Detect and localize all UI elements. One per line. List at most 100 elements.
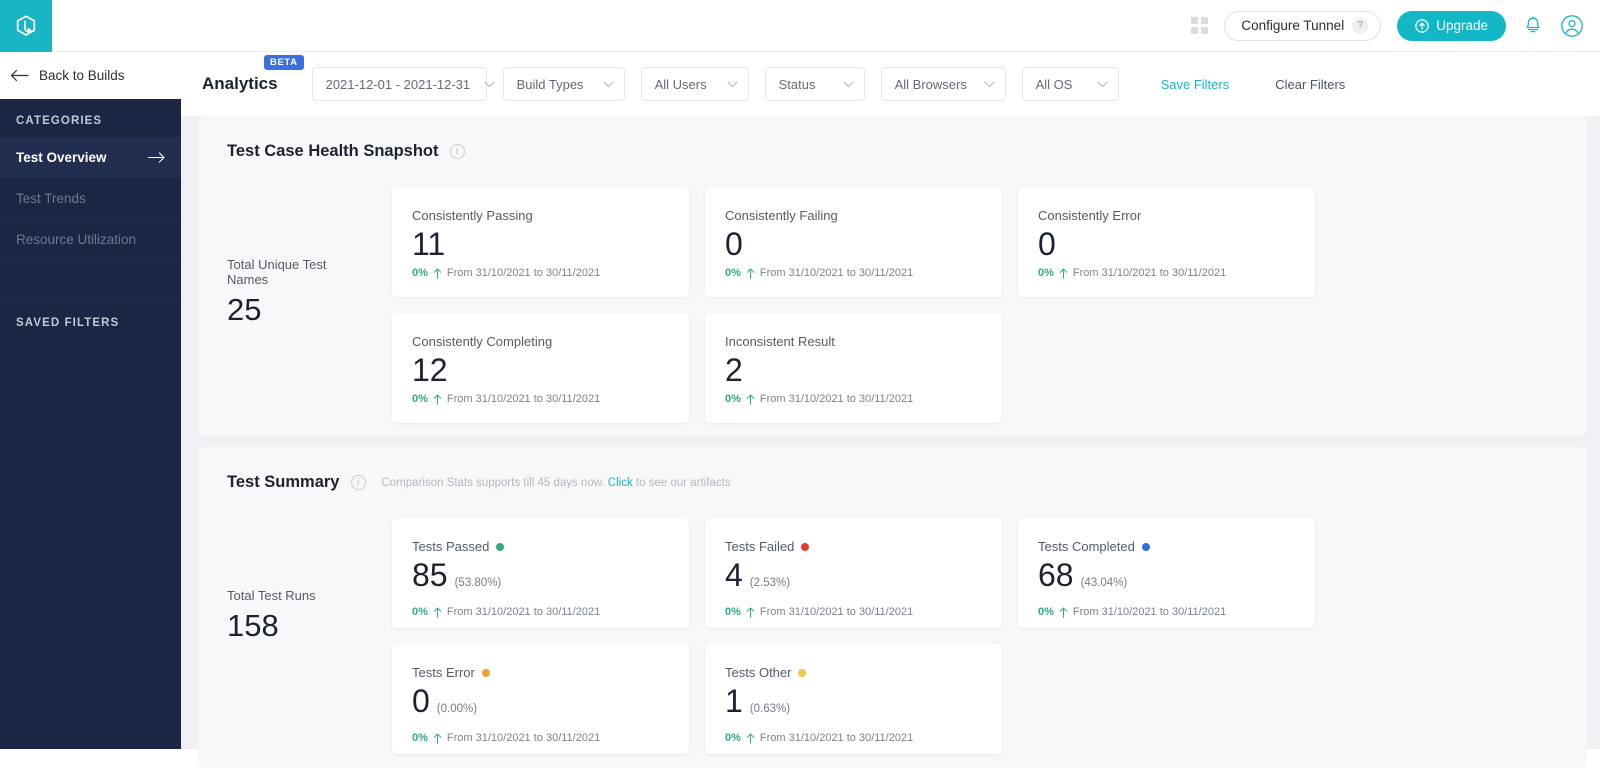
info-icon[interactable]: i — [450, 144, 465, 159]
lambdatest-logo[interactable] — [0, 0, 52, 52]
arrow-up-icon — [433, 733, 442, 744]
health-body: Total Unique Test Names 25 Consistently … — [198, 187, 1587, 423]
card-range: From 31/10/2021 to 30/11/2021 — [447, 732, 600, 744]
card-value: 4 — [725, 555, 743, 595]
card-percent: (53.80%) — [455, 563, 502, 603]
summary-cards: Tests Passed 85 (53.80%) 0% From 31/10/2… — [392, 518, 1587, 754]
total-test-runs: Total Test Runs 158 — [227, 518, 392, 754]
health-card-consistently-completing[interactable]: Consistently Completing 12 0% From 31/10… — [392, 313, 689, 423]
info-icon[interactable]: i — [351, 475, 366, 490]
card-change: 0% — [412, 393, 428, 405]
total-unique-label: Total Unique Test Names — [227, 257, 345, 287]
note-click-link[interactable]: Click — [608, 477, 633, 489]
health-panel-title: Test Case Health Snapshot — [227, 142, 439, 161]
health-cards: Consistently Passing 11 0% From 31/10/20… — [392, 187, 1587, 423]
card-label: Tests Other — [725, 665, 791, 680]
card-value: 2 — [725, 350, 743, 390]
all-os-select[interactable]: All OS — [1022, 67, 1119, 101]
notification-bell-icon[interactable] — [1522, 15, 1544, 37]
chevron-down-icon — [589, 81, 614, 88]
arrow-left-icon — [10, 69, 29, 82]
sidebar-item-test-overview[interactable]: Test Overview — [0, 137, 181, 178]
back-to-builds-button[interactable]: Back to Builds — [0, 52, 181, 99]
filter-bar: Analytics BETA 2021-12-01 - 2021-12-31 B… — [181, 52, 1600, 116]
card-range: From 31/10/2021 to 30/11/2021 — [1073, 267, 1226, 279]
back-to-builds-label: Back to Builds — [39, 68, 125, 83]
save-filters-button[interactable]: Save Filters — [1161, 77, 1230, 92]
status-value: Status — [779, 77, 816, 92]
card-change: 0% — [412, 606, 428, 618]
card-percent: (0.00%) — [437, 689, 477, 729]
summary-card-tests-failed[interactable]: Tests Failed 4 (2.53%) 0% From 31/10/202… — [705, 518, 1002, 628]
card-change: 0% — [412, 732, 428, 744]
build-types-select[interactable]: Build Types — [503, 67, 625, 101]
health-card-consistently-error[interactable]: Consistently Error 0 0% From 31/10/2021 … — [1018, 187, 1315, 297]
card-change: 0% — [725, 732, 741, 744]
arrow-up-icon — [1059, 607, 1068, 618]
card-range: From 31/10/2021 to 30/11/2021 — [447, 393, 600, 405]
test-summary-panel: Test Summary i Comparison Stats supports… — [198, 447, 1587, 768]
summary-card-tests-error[interactable]: Tests Error 0 (0.00%) 0% From 31/10/2021… — [392, 644, 689, 754]
top-bar-actions: Configure Tunnel ? Upgrade — [1191, 0, 1600, 52]
card-change: 0% — [1038, 267, 1054, 279]
clear-filters-button[interactable]: Clear Filters — [1275, 77, 1345, 92]
help-icon[interactable]: ? — [1352, 18, 1368, 34]
user-account-icon[interactable] — [1560, 14, 1584, 38]
card-value: 11 — [412, 224, 445, 264]
sidebar: Back to Builds CATEGORIES Test Overview … — [0, 52, 181, 749]
note-prefix: Comparison Stats supports till 45 days n… — [382, 477, 605, 489]
card-value: 1 — [725, 681, 743, 721]
health-card-consistently-failing[interactable]: Consistently Failing 0 0% From 31/10/202… — [705, 187, 1002, 297]
categories-heading: CATEGORIES — [0, 99, 181, 137]
sidebar-item-resource-utilization[interactable]: Resource Utilization — [0, 219, 181, 260]
chevron-down-icon — [1083, 81, 1108, 88]
test-case-health-snapshot-panel: Test Case Health Snapshot i Total Unique… — [198, 116, 1587, 437]
card-percent: (0.63%) — [750, 689, 790, 729]
all-browsers-select[interactable]: All Browsers — [881, 67, 1006, 101]
all-users-select[interactable]: All Users — [641, 67, 749, 101]
arrow-up-icon — [433, 607, 442, 618]
arrow-up-icon — [746, 733, 755, 744]
status-dot-other — [798, 669, 806, 677]
card-range: From 31/10/2021 to 30/11/2021 — [1073, 606, 1226, 618]
page-title: Analytics — [202, 74, 278, 94]
card-label: Tests Error — [412, 665, 475, 680]
card-change: 0% — [725, 267, 741, 279]
all-browsers-value: All Browsers — [895, 77, 967, 92]
sidebar-divider — [0, 260, 181, 301]
health-card-consistently-passing[interactable]: Consistently Passing 11 0% From 31/10/20… — [392, 187, 689, 297]
date-range-select[interactable]: 2021-12-01 - 2021-12-31 — [312, 67, 487, 101]
upgrade-button[interactable]: Upgrade — [1397, 11, 1506, 41]
summary-body: Total Test Runs 158 Tests Passed 85 (53.… — [198, 518, 1587, 754]
summary-card-tests-passed[interactable]: Tests Passed 85 (53.80%) 0% From 31/10/2… — [392, 518, 689, 628]
sidebar-item-label: Resource Utilization — [16, 232, 136, 247]
configure-tunnel-button[interactable]: Configure Tunnel ? — [1224, 11, 1381, 41]
card-range: From 31/10/2021 to 30/11/2021 — [760, 393, 913, 405]
status-select[interactable]: Status — [765, 67, 865, 101]
arrow-up-icon — [433, 394, 442, 405]
sidebar-item-test-trends[interactable]: Test Trends — [0, 178, 181, 219]
card-value: 0 — [412, 681, 430, 721]
card-label: Consistently Completing — [412, 334, 552, 349]
content-area: Test Case Health Snapshot i Total Unique… — [181, 116, 1600, 749]
summary-card-tests-other[interactable]: Tests Other 1 (0.63%) 0% From 31/10/2021… — [705, 644, 1002, 754]
card-range: From 31/10/2021 to 30/11/2021 — [760, 267, 913, 279]
status-dot-failed — [801, 543, 809, 551]
summary-card-tests-completed[interactable]: Tests Completed 68 (43.04%) 0% From 31/1… — [1018, 518, 1315, 628]
card-range: From 31/10/2021 to 30/11/2021 — [447, 606, 600, 618]
card-value: 0 — [1038, 224, 1056, 264]
status-dot-passed — [496, 543, 504, 551]
beta-badge: BETA — [264, 55, 304, 70]
all-os-value: All OS — [1036, 77, 1073, 92]
card-label: Tests Passed — [412, 539, 489, 554]
total-unique-value: 25 — [227, 292, 345, 328]
card-label: Consistently Passing — [412, 208, 533, 223]
grid-apps-icon[interactable] — [1191, 17, 1208, 34]
card-range: From 31/10/2021 to 30/11/2021 — [447, 267, 600, 279]
health-card-inconsistent-result[interactable]: Inconsistent Result 2 0% From 31/10/2021… — [705, 313, 1002, 423]
sidebar-item-label: Test Overview — [16, 150, 107, 165]
upgrade-arrow-icon — [1415, 19, 1429, 33]
card-change: 0% — [1038, 606, 1054, 618]
upgrade-label: Upgrade — [1436, 18, 1488, 33]
date-range-value: 2021-12-01 - 2021-12-31 — [326, 77, 471, 92]
